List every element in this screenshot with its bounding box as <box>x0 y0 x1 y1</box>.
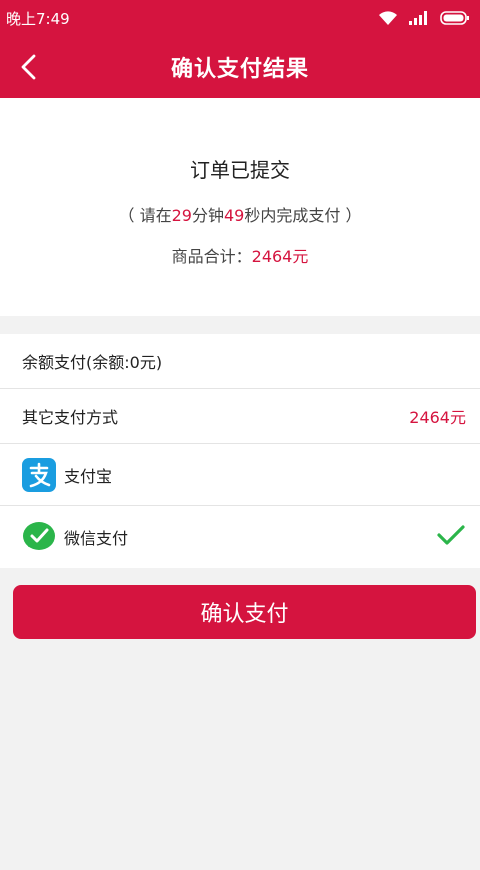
countdown-minute-unit: 分钟 <box>191 206 224 225</box>
status-time: 晚上7:49 <box>6 9 70 28</box>
countdown-seconds: 49 <box>224 206 245 225</box>
signal-icon <box>408 10 430 26</box>
balance-payment-option[interactable]: 余额支付(余额:0元) <box>0 334 480 389</box>
battery-icon <box>440 10 470 26</box>
countdown-minutes: 29 <box>171 206 192 225</box>
back-button[interactable] <box>12 50 46 84</box>
selected-check-icon <box>436 523 466 551</box>
alipay-icon <box>22 457 56 492</box>
countdown-prefix: （ 请在 <box>118 206 172 225</box>
other-payment-amount: 2464元 <box>409 408 466 427</box>
page-title: 确认支付结果 <box>170 57 309 82</box>
payment-method-list: 余额支付(余额:0元) 其它支付方式 2464元 支付宝 微信支付 <box>0 334 480 568</box>
status-bar: 晚上7:49 <box>0 0 480 36</box>
order-total: 商品合计：2464元 <box>0 243 480 267</box>
wifi-icon <box>378 10 398 26</box>
other-payment-methods: 其它支付方式 2464元 <box>0 389 480 444</box>
balance-payment-label: 余额支付(余额:0元) <box>22 353 163 372</box>
alipay-label: 支付宝 <box>64 466 113 486</box>
chevron-left-icon <box>21 54 36 80</box>
order-summary-card: 订单已提交 （ 请在29分钟49秒内完成支付 ） 商品合计：2464元 <box>0 98 480 316</box>
status-icons <box>378 10 470 26</box>
wechat-pay-icon <box>22 520 56 554</box>
alipay-option[interactable]: 支付宝 <box>0 444 480 506</box>
wechat-pay-label: 微信支付 <box>64 529 129 548</box>
app-header: 确认支付结果 <box>0 36 480 98</box>
other-payment-label: 其它支付方式 <box>22 408 119 427</box>
total-value: 2464元 <box>251 247 309 266</box>
payment-countdown: （ 请在29分钟49秒内完成支付 ） <box>0 202 480 226</box>
countdown-suffix: 秒内完成支付 ） <box>244 206 362 225</box>
order-status: 订单已提交 <box>190 158 290 182</box>
total-label: 商品合计： <box>171 247 252 266</box>
wechat-pay-option[interactable]: 微信支付 <box>0 506 480 568</box>
confirm-payment-button[interactable]: 确认支付 <box>13 585 476 639</box>
